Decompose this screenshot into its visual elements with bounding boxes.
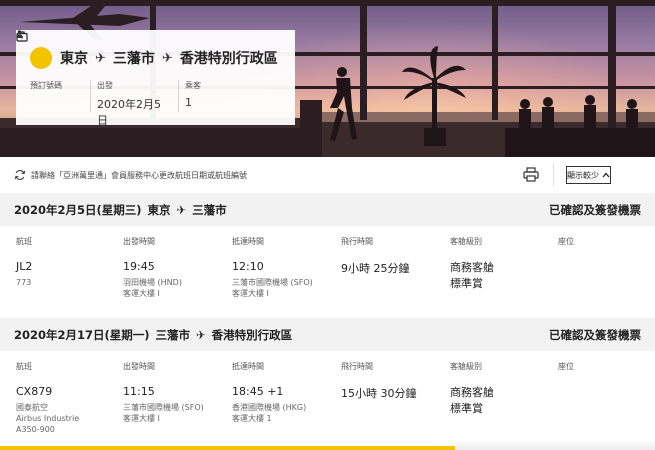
cabin-class: 商務客艙 [450,386,494,399]
departure-airport: 羽田機場 (HND) [123,278,182,287]
cabin-column: 客艙級別 商務客艙 標準賞 [450,351,494,417]
flight-label: 航班 [16,237,32,246]
trip-meta: 預訂號碼 出發 2020年2月5日 乘客 1 [16,30,281,127]
arrival-time-label: 抵達時間 [232,362,264,371]
segment-destination: 香港特別行政區 [211,327,293,342]
flight-duration: 15小時 30分鐘 [341,387,417,400]
fare-type: 標準賞 [450,402,483,415]
plane-icon: ✈ [196,327,206,342]
arrival-airport: 香港國際機場 (HKG) [232,403,307,412]
origin-city: 東京 [60,51,88,67]
seat-column: 座位 [558,226,574,274]
aircraft-info: 773 [16,278,32,287]
trip-summary-card: 東京 ✈ 三藩市 ✈ 香港特別行政區 預訂號碼 出發 2020年2月5日 乘客 … [16,30,295,127]
segment-header: 2020年2月17日(星期一) 三藩市 ✈ 香港特別行政區 已確認及簽發機票 [0,318,655,351]
departure-label: 出發 [97,81,113,90]
segment-origin: 東京 [147,202,171,217]
flight-number: JL2 [16,260,33,273]
arrival-column: 抵達時間 18:45 +1 香港國際機場 (HKG) 客運大樓 1 [232,351,306,424]
departure-time: 11:15 [123,385,155,398]
fare-type: 標準賞 [450,277,483,290]
chevron-up-icon [602,171,610,180]
plane-icon: ✈ [161,50,173,66]
segment-date: 2020年2月17日(星期一) [14,327,150,342]
segment-date: 2020年2月5日(星期三) [14,202,142,217]
departure-value: 2020年2月5日 [97,98,161,127]
arrival-time-label: 抵達時間 [232,237,264,246]
divider [553,164,554,186]
seat-column: 座位 [558,351,574,399]
booking-ref-value [30,96,78,112]
cabin-class-label: 客艙級別 [450,237,482,246]
cabin-class-label: 客艙級別 [450,362,482,371]
segment-header: 2020年2月5日(星期三) 東京 ✈ 三藩市 已確認及簽發機票 [0,193,655,226]
duration-column: 飛行時間 9小時 25分鐘 [341,226,410,275]
segment-details: 航班 JL2 773 出發時間 19:45 羽田機場 (HND) 客運大樓 I … [0,226,655,318]
seat-value [558,260,574,274]
departure-column: 出發時間 19:45 羽田機場 (HND) 客運大樓 I [123,226,182,299]
refresh-icon [14,169,26,181]
segment-origin: 三藩市 [155,327,191,342]
seat-label: 座位 [558,237,574,246]
flight-column: 航班 JL2 773 [16,226,32,288]
ticket-status: 已確認及簽發機票 [549,202,641,217]
plane-icon: ✈ [95,50,106,66]
flight-time-label: 飛行時間 [341,362,373,371]
aircraft-model: A350-900 [16,425,55,434]
accent-bar [0,446,455,450]
departure-time: 19:45 [123,260,155,273]
flight-time-label: 飛行時間 [341,237,373,246]
departure-column: 出發時間 11:15 三藩市國際機場 (SFO) 客運大樓 I [123,351,204,424]
route-header: 東京 ✈ 三藩市 ✈ 香港特別行政區 [16,31,281,72]
departure-airport: 三藩市國際機場 (SFO) [123,403,204,412]
arrival-terminal: 客運大樓 1 [232,414,272,423]
booking-reference: 預訂號碼 [30,80,90,112]
booking-ref-label: 預訂號碼 [30,81,62,90]
cabin-class: 商務客艙 [450,261,494,274]
arrival-airport: 三藩市國際機場 (SFO) [232,278,313,287]
departure-terminal: 客運大樓 I [123,414,160,423]
via-city: 三藩市 [112,51,155,67]
passengers-value: 1 [185,96,192,109]
departure-terminal: 客運大樓 I [123,289,160,298]
flight-label: 航班 [16,362,32,371]
destination-city: 香港特別行政區 [179,51,278,67]
show-less-button[interactable]: 顯示較少 [566,166,611,184]
flight-duration: 9小時 25分鐘 [341,262,410,275]
segment-details: 航班 CX879 國泰航空 Airbus Industrie A350-900 … [0,351,655,446]
flight-number: CX879 [16,385,53,398]
arrival-time: 18:45 +1 [232,385,284,398]
arrival-time: 12:10 [232,260,264,273]
cabin-column: 客艙級別 商務客艙 標準賞 [450,226,494,292]
plane-icon: ✈ [176,202,187,217]
departure-time-label: 出發時間 [123,237,155,246]
arrival-column: 抵達時間 12:10 三藩市國際機場 (SFO) 客運大樓 I [232,226,313,299]
hero-banner: 東京 ✈ 三藩市 ✈ 香港特別行政區 預訂號碼 出發 2020年2月5日 乘客 … [0,0,655,157]
duration-column: 飛行時間 15小時 30分鐘 [341,351,417,400]
segment-destination: 三藩市 [192,202,227,217]
departure-time-label: 出發時間 [123,362,155,371]
show-less-label: 顯示較少 [567,170,599,180]
seat-value [558,385,574,399]
change-notice-text: 請聯絡「亞洲萬里通」會員服務中心更改航班日期或航班編號 [31,170,247,180]
departure-date: 出發 2020年2月5日 [90,80,178,127]
seat-label: 座位 [558,362,574,371]
aircraft-maker: Airbus Industrie [16,414,80,423]
passenger-count: 乘客 1 [16,30,213,112]
ticket-status: 已確認及簽發機票 [549,327,641,342]
bottom-shadow [455,440,655,450]
passengers-label: 乘客 [185,81,201,90]
arrival-terminal: 客運大樓 I [232,289,269,298]
airline-name: 國泰航空 [16,403,48,412]
printer-icon[interactable] [522,165,540,183]
suitcase-icon [16,31,52,69]
flight-column: 航班 CX879 國泰航空 Airbus Industrie A350-900 [16,351,79,435]
change-notice-bar: 請聯絡「亞洲萬里通」會員服務中心更改航班日期或航班編號 顯示較少 [0,157,655,193]
